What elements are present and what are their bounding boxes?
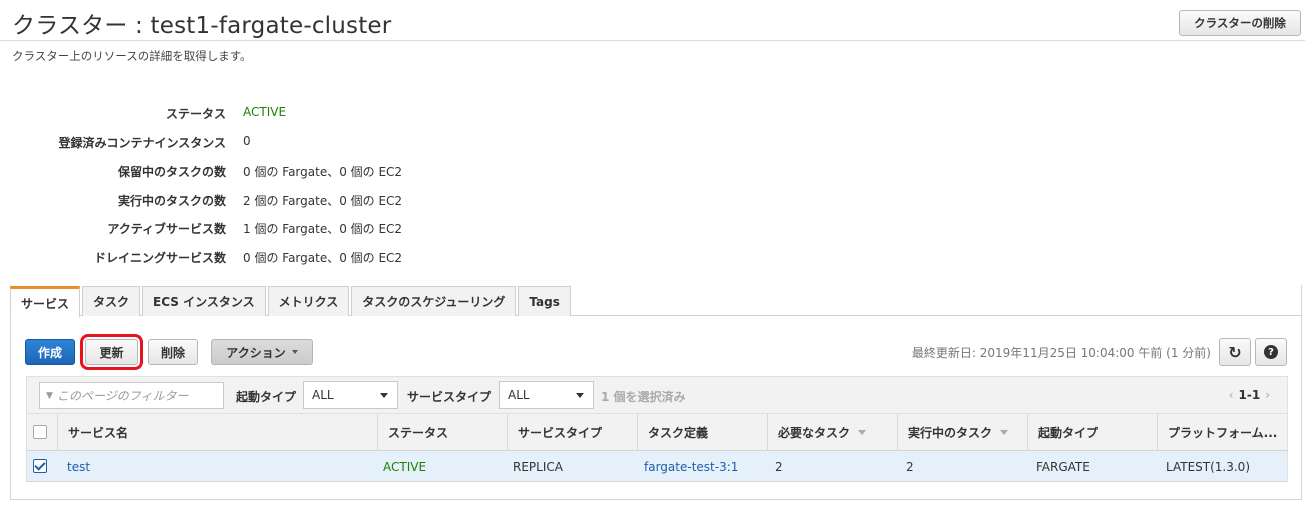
detail-value: 1 個の Fargate、0 個の EC2 <box>243 222 403 236</box>
tab-bar: サービス タスク ECS インスタンス メトリクス タスクのスケジューリング T… <box>10 286 573 317</box>
filter-bar: ▼ このページのフィルター 起動タイプ ALL サービスタイプ ALL 1 個を… <box>26 376 1288 414</box>
column-header-task-definition[interactable]: タスク定義 <box>637 414 767 451</box>
create-button[interactable]: 作成 <box>25 339 75 365</box>
service-type-select[interactable]: ALL <box>499 381 594 409</box>
help-button[interactable]: ? <box>1255 338 1287 366</box>
tab-metrics[interactable]: メトリクス <box>267 286 350 316</box>
detail-label: ステータス <box>165 107 226 121</box>
detail-label: 登録済みコンテナインスタンス <box>58 136 226 150</box>
column-header-label: 実行中のタスク <box>908 426 993 440</box>
platform-version: LATEST(1.3.0) <box>1166 459 1250 474</box>
detail-status: ステータス ACTIVE <box>0 105 600 125</box>
title-divider <box>0 40 1305 41</box>
sort-icon <box>858 430 867 435</box>
tab-ecs-instances[interactable]: ECS インスタンス <box>142 286 266 316</box>
table-header: サービス名 ステータス サービスタイプ タスク定義 必要なタスク 実行中のタスク… <box>26 414 1288 451</box>
tab-tags[interactable]: Tags <box>518 286 571 316</box>
refresh-icon: ↻ <box>1228 342 1242 362</box>
page-title: クラスター : test1-fargate-cluster <box>12 13 392 39</box>
running-tasks: 2 <box>906 459 914 474</box>
next-page-icon[interactable]: › <box>1265 388 1270 402</box>
launch-type: FARGATE <box>1036 459 1090 474</box>
column-header-platform[interactable]: プラットフォーム... <box>1157 414 1287 451</box>
detail-registered-instances: 登録済みコンテナインスタンス 0 <box>0 134 600 154</box>
detail-draining-services: ドレイニングサービス数 0 個の Fargate、0 個の EC2 <box>0 249 600 269</box>
service-name-link[interactable]: test <box>57 451 90 482</box>
detail-value: 0 <box>243 134 251 148</box>
column-header-launch-type[interactable]: 起動タイプ <box>1027 414 1157 451</box>
dropdown-arrow-icon <box>380 393 388 398</box>
launch-type-value: ALL <box>312 388 334 402</box>
sort-icon <box>1000 430 1009 435</box>
column-header-label: 必要なタスク <box>778 426 851 440</box>
dropdown-arrow-icon <box>576 393 584 398</box>
column-header-desired-tasks[interactable]: 必要なタスク <box>767 414 897 451</box>
detail-value: 0 個の Fargate、0 個の EC2 <box>243 251 403 265</box>
pagination: ‹ 1-1 › <box>1224 388 1275 402</box>
actions-label: アクション <box>226 345 286 360</box>
update-button[interactable]: 更新 <box>80 334 143 370</box>
delete-button[interactable]: 削除 <box>148 339 198 365</box>
detail-label: 実行中のタスクの数 <box>117 194 226 208</box>
service-type: REPLICA <box>513 459 563 474</box>
column-header-status[interactable]: ステータス <box>377 414 507 451</box>
detail-pending-tasks: 保留中のタスクの数 0 個の Fargate、0 個の EC2 <box>0 163 600 183</box>
detail-active-services: アクティブサービス数 1 個の Fargate、0 個の EC2 <box>0 220 600 240</box>
column-header-running-tasks[interactable]: 実行中のタスク <box>897 414 1027 451</box>
selected-count: 1 個を選択済み <box>601 390 686 404</box>
desired-tasks: 2 <box>775 459 783 474</box>
tab-services[interactable]: サービス <box>10 286 81 317</box>
detail-value: ACTIVE <box>243 105 287 119</box>
filter-placeholder: このページのフィルター <box>56 389 189 403</box>
last-updated: 最終更新日: 2019年11月25日 10:04:00 午前 (1 分前) <box>911 346 1211 360</box>
column-header-service-name[interactable]: サービス名 <box>57 414 377 451</box>
service-type-label: サービスタイプ <box>407 390 492 404</box>
filter-icon: ▼ <box>46 390 53 401</box>
refresh-button[interactable]: ↻ <box>1219 338 1251 366</box>
launch-type-label: 起動タイプ <box>236 390 297 404</box>
row-checkbox[interactable] <box>33 459 47 473</box>
detail-label: ドレイニングサービス数 <box>93 251 226 265</box>
tab-tasks[interactable]: タスク <box>82 286 141 316</box>
detail-running-tasks: 実行中のタスクの数 2 個の Fargate、0 個の EC2 <box>0 192 600 212</box>
help-icon: ? <box>1264 345 1278 359</box>
detail-label: アクティブサービス数 <box>107 222 226 236</box>
service-status: ACTIVE <box>383 459 427 474</box>
select-all-checkbox[interactable] <box>33 425 47 439</box>
detail-value: 2 個の Fargate、0 個の EC2 <box>243 194 403 208</box>
actions-dropdown[interactable]: アクション <box>211 339 313 365</box>
page-range: 1-1 <box>1238 388 1261 402</box>
prev-page-icon[interactable]: ‹ <box>1229 388 1234 402</box>
filter-input[interactable]: ▼ このページのフィルター <box>39 382 224 409</box>
detail-label: 保留中のタスクの数 <box>117 165 226 179</box>
table-row[interactable]: test ACTIVE REPLICA fargate-test-3:1 2 2… <box>26 451 1288 482</box>
delete-cluster-button[interactable]: クラスターの削除 <box>1179 10 1301 36</box>
task-definition-link[interactable]: fargate-test-3:1 <box>634 451 738 482</box>
detail-value: 0 個の Fargate、0 個の EC2 <box>243 165 403 179</box>
column-header-service-type[interactable]: サービスタイプ <box>507 414 637 451</box>
page-description: クラスター上のリソースの詳細を取得します。 <box>12 49 252 63</box>
tab-scheduled-tasks[interactable]: タスクのスケジューリング <box>351 286 517 316</box>
service-type-value: ALL <box>508 388 530 402</box>
caret-down-icon <box>291 350 298 354</box>
launch-type-select[interactable]: ALL <box>303 381 398 409</box>
